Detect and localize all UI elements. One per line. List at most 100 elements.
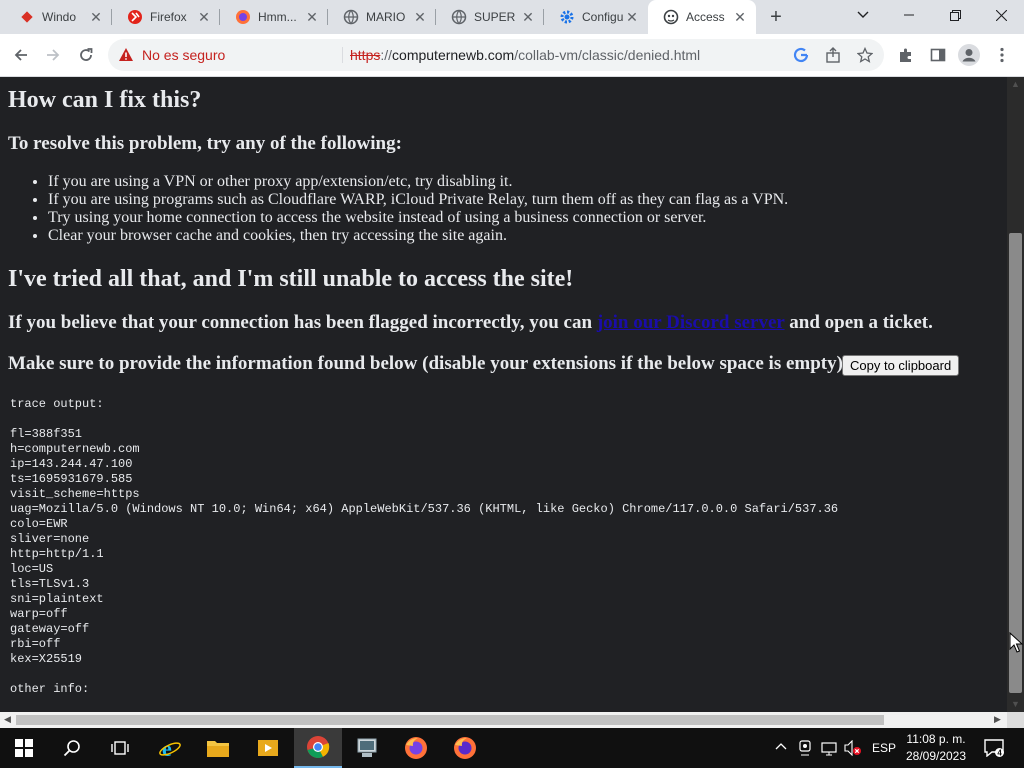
discord-link[interactable]: join our Discord server [597, 312, 785, 333]
globe-icon [343, 9, 359, 25]
google-icon [793, 47, 809, 63]
fix-heading: How can I fix this? [8, 87, 202, 113]
share-button[interactable] [823, 45, 843, 65]
action-center-button[interactable]: 4 [976, 728, 1012, 768]
close-tab-icon[interactable]: ✕ [520, 9, 536, 25]
media-player-icon [258, 740, 278, 756]
close-tab-icon[interactable]: ✕ [732, 9, 748, 25]
scroll-up-icon[interactable]: ▲ [1011, 79, 1020, 89]
resolve-heading: To resolve this problem, try any of the … [8, 133, 402, 154]
file-explorer-button[interactable] [194, 728, 242, 768]
globe-icon [451, 9, 467, 25]
toolbar: No es seguro https://computernewb.com/co… [0, 34, 1024, 77]
firefox-icon [235, 9, 251, 25]
gear-icon [559, 9, 575, 25]
back-button[interactable] [6, 40, 36, 70]
red-logo-icon [127, 9, 143, 25]
tab-search-button[interactable] [840, 0, 886, 30]
close-tab-icon[interactable]: ✕ [88, 9, 104, 25]
start-button[interactable] [0, 728, 48, 768]
search-button[interactable] [48, 728, 96, 768]
horizontal-scrollbar[interactable]: ◀ ▶ [0, 712, 1007, 728]
url-text[interactable]: https://computernewb.com/collab-vm/class… [350, 47, 700, 63]
still-heading: I've tried all that, and I'm still unabl… [8, 266, 574, 292]
webcam-icon[interactable] [798, 740, 812, 759]
list-item: Clear your browser cache and cookies, th… [48, 227, 788, 245]
menu-button[interactable] [991, 44, 1013, 66]
minimize-button[interactable] [886, 0, 932, 30]
tab-super[interactable]: SUPER ✕ [436, 0, 544, 34]
address-bar[interactable]: No es seguro https://computernewb.com/co… [108, 39, 884, 71]
profile-button[interactable] [958, 44, 980, 66]
clock-time: 11:08 p. m. [906, 732, 966, 746]
task-view-button[interactable] [96, 728, 144, 768]
bookmark-button[interactable] [855, 45, 875, 65]
notification-icon: 4 [984, 739, 1004, 757]
chevron-down-icon [857, 11, 869, 18]
firefox-button[interactable] [392, 728, 440, 768]
extensions-button[interactable] [895, 44, 917, 66]
reload-button[interactable] [71, 40, 101, 70]
url-scheme: https [350, 47, 381, 63]
clock-date: 28/09/2023 [905, 749, 967, 763]
firefox-nightly-button[interactable] [441, 728, 489, 768]
tab-access[interactable]: Access ✕ [648, 0, 756, 34]
google-translate-button[interactable] [791, 45, 811, 65]
close-tab-icon[interactable]: ✕ [196, 9, 212, 25]
list-item: If you are using programs such as Cloudf… [48, 191, 788, 209]
chevron-up-icon[interactable] [775, 739, 787, 753]
internet-explorer-button[interactable]: e [146, 728, 194, 768]
tab-mario[interactable]: MARIO ✕ [328, 0, 436, 34]
scrollbar-corner [1007, 712, 1024, 728]
close-tab-icon[interactable]: ✕ [412, 9, 428, 25]
taskbar: e ESP 11:08 p. m. 28/09/2023 4 [0, 728, 1024, 768]
scroll-left-icon[interactable]: ◀ [4, 714, 11, 725]
tab-firefox[interactable]: Firefox ✕ [112, 0, 220, 34]
mouse-cursor-icon [1009, 632, 1023, 653]
reload-icon [80, 48, 93, 61]
tab-configu[interactable]: Configu ✕ [544, 0, 648, 34]
notification-count: 4 [997, 749, 1002, 757]
close-window-button[interactable] [978, 0, 1024, 30]
security-status[interactable]: No es seguro [142, 47, 225, 63]
close-tab-icon[interactable]: ✕ [624, 9, 640, 25]
task-view-icon [111, 741, 129, 755]
flagged-paragraph: If you believe that your connection has … [8, 312, 933, 333]
star-icon [857, 47, 873, 63]
firefox-icon [405, 737, 427, 759]
warning-icon [119, 48, 133, 61]
list-item: Try using your home connection to access… [48, 209, 788, 227]
windows-icon [15, 739, 33, 757]
browser-chrome: Windo ✕ Firefox ✕ Hmm... ✕ MARIO ✕ SUPER… [0, 0, 1024, 77]
tab-hmm[interactable]: Hmm... ✕ [220, 0, 328, 34]
restore-button[interactable] [932, 0, 978, 30]
media-player-button[interactable] [244, 728, 292, 768]
firefox-icon [454, 737, 476, 759]
scroll-right-icon[interactable]: ▶ [994, 714, 1001, 725]
chrome-button[interactable] [294, 728, 342, 768]
tab-windo[interactable]: Windo ✕ [4, 0, 112, 34]
network-icon[interactable] [821, 740, 837, 759]
side-panel-button[interactable] [927, 44, 949, 66]
folder-icon [207, 741, 229, 757]
forward-button[interactable] [38, 40, 68, 70]
horizontal-scroll-thumb[interactable] [16, 715, 884, 725]
network-tool-button[interactable] [343, 728, 391, 768]
close-tab-icon[interactable]: ✕ [304, 9, 320, 25]
language-indicator[interactable]: ESP [872, 741, 896, 755]
scroll-down-icon[interactable]: ▼ [1011, 699, 1020, 709]
volume-muted-icon[interactable] [844, 739, 862, 759]
internet-explorer-icon: e [159, 736, 181, 760]
restore-icon [949, 9, 961, 21]
clock[interactable]: 11:08 p. m. 28/09/2023 [898, 731, 974, 765]
minimize-icon [904, 14, 914, 16]
url-path: /collab-vm/classic/denied.html [514, 47, 701, 63]
trace-output[interactable]: trace output: fl=388f351 h=computernewb.… [10, 397, 838, 697]
computer-icon [357, 738, 377, 757]
copy-to-clipboard-button[interactable]: Copy to clipboard [842, 355, 960, 376]
new-tab-button[interactable]: + [765, 6, 787, 28]
vertical-scroll-thumb[interactable] [1009, 233, 1022, 693]
vertical-scrollbar[interactable]: ▲ ▼ [1007, 77, 1024, 712]
list-item: If you are using a VPN or other proxy ap… [48, 173, 788, 191]
provide-heading: Make sure to provide the information fou… [8, 353, 850, 374]
